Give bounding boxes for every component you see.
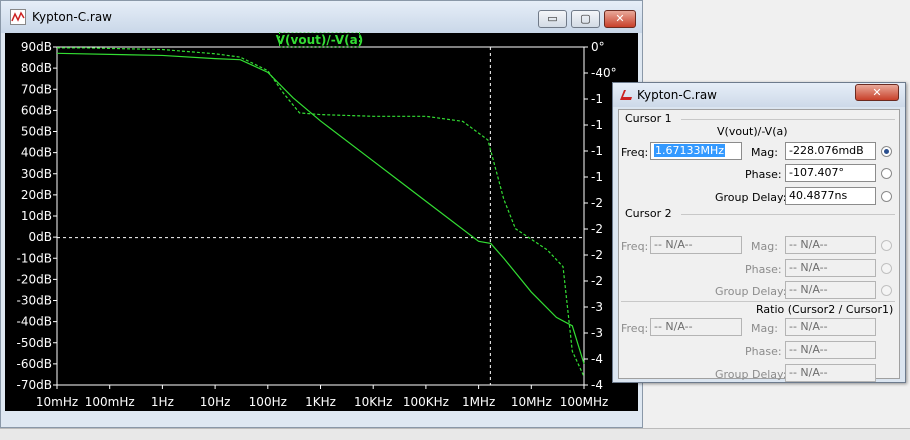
cursor1-gd-field[interactable]: 40.4877ns [785,187,876,205]
cursor1-phase-field[interactable]: -107.407° [785,164,876,182]
phase-tick-label: -2 [591,274,603,288]
freq-tick-label: 10Hz [200,395,231,409]
mag-tick-label: 60dB [21,103,52,117]
cursor2-gd-label: Group Delay: [715,285,787,298]
freq-tick-label: 100MHz [560,395,609,409]
freq-tick-label: 1Hz [151,395,174,409]
trace-label[interactable]: V(vout)/-V(a) [276,33,363,47]
cursor1-mag-label: Mag: [751,146,778,159]
phase-tick-label: 0° [591,40,605,54]
mag-tick-label: -70dB [17,378,52,392]
group-divider [681,214,895,215]
phase-tick-label: -3 [591,326,603,340]
phase-tick-label: -3 [591,300,603,314]
freq-tick-label: 1KHz [305,395,336,409]
ratio-group-label: Ratio (Cursor2 / Cursor1) [756,303,894,316]
cursor1-group-label: Cursor 1 [625,112,672,125]
group-divider [681,119,895,120]
freq-tick-label: 10mHz [36,395,78,409]
ratio-mag-field[interactable]: -- N/A-- [785,318,876,336]
phase-tick-label: -2 [591,222,603,236]
ratio-freq-label: Freq: [621,322,649,335]
mag-tick-label: 10dB [21,209,52,223]
plot-window-title: Kypton-C.raw [32,10,112,24]
cursor-dialog: Kypton-C.raw ✕ Cursor 1 V(vout)/-V(a) Fr… [612,82,906,383]
cursor2-phase-radio[interactable] [881,263,892,274]
ratio-phase-field[interactable]: -- N/A-- [785,341,876,359]
dialog-titlebar[interactable]: Kypton-C.raw ✕ [613,83,905,107]
magnitude-trace[interactable] [56,52,585,365]
phase-tick-label: -40° [591,66,617,80]
ratio-gd-label: Group Delay: [715,368,787,381]
phase-tick-label: -4 [591,352,603,366]
phase-tick-label: -2 [591,248,603,262]
mag-tick-label: 70dB [21,82,52,96]
ratio-freq-field[interactable]: -- N/A-- [650,318,742,336]
cursor1-mag-field[interactable]: -228.076mdB [785,142,876,160]
phase-tick-label: -2 [591,196,603,210]
maximize-button[interactable]: ▢ [571,10,600,28]
mag-tick-label: 90dB [21,40,52,54]
plot-frame [56,46,585,386]
cursor2-phase-field[interactable]: -- N/A-- [785,259,876,277]
close-button[interactable]: ✕ [604,10,636,28]
ltspice-logo-icon [620,90,632,100]
freq-tick-label: 1MHz [462,395,495,409]
minimize-button[interactable]: ▭ [538,10,567,28]
ratio-mag-label: Mag: [751,322,778,335]
ratio-phase-label: Phase: [745,345,782,358]
mag-tick-label: -30dB [17,294,52,308]
freq-tick-label: 10MHz [511,395,552,409]
phase-tick-label: -1 [591,92,603,106]
cursor2-mag-label: Mag: [751,240,778,253]
cursor1-freq-field[interactable]: 1.67133MHz [650,142,742,160]
mag-tick-label: -40dB [17,315,52,329]
cursor1-phase-radio[interactable] [881,168,892,179]
mag-tick-label: 50dB [21,125,52,139]
cursor2-mag-field[interactable]: -- N/A-- [785,236,876,254]
group-divider [621,301,895,302]
freq-tick-label: 100KHz [403,395,449,409]
waveform-icon [10,9,26,25]
cursor1-gd-label: Group Delay: [715,191,787,204]
mag-tick-label: 20dB [21,188,52,202]
phase-tick-label: -1 [591,118,603,132]
dialog-close-button[interactable]: ✕ [855,84,899,101]
dialog-body: Cursor 1 V(vout)/-V(a) Freq: 1.67133MHz … [618,109,900,382]
cursor2-freq-field[interactable]: -- N/A-- [650,236,742,254]
phase-tick-label: -4 [591,378,603,392]
phase-tick-label: -1 [591,170,603,184]
mag-tick-label: -20dB [17,272,52,286]
phase-trace[interactable] [57,47,585,377]
mag-tick-label: -10dB [17,251,52,265]
mag-tick-label: 40dB [21,146,52,160]
cursor2-gd-radio[interactable] [881,285,892,296]
cursor2-gd-field[interactable]: -- N/A-- [785,281,876,299]
cursor2-group-label: Cursor 2 [625,207,672,220]
cursor1-gd-radio[interactable] [881,191,892,202]
cursor2-mag-radio[interactable] [881,240,892,251]
plot-titlebar[interactable]: Kypton-C.raw ▭ ▢ ✕ [1,1,642,33]
mag-tick-label: 0dB [29,230,52,244]
cursor2-freq-label: Freq: [621,240,649,253]
desktop-strip [0,428,910,440]
mag-tick-label: 80dB [21,61,52,75]
bode-plot[interactable]: 90dB 80dB 70dB 60dB 50dB 40dB 30dB 20dB 10dB 0dB -… [4,32,637,410]
cursor1-freq-label: Freq: [621,146,649,159]
cursor1-phase-label: Phase: [745,168,782,181]
mag-tick-label: -50dB [17,336,52,350]
freq-tick-label: 10KHz [354,395,392,409]
cursor1-trace-name: V(vout)/-V(a) [717,125,788,138]
ratio-gd-field[interactable]: -- N/A-- [785,364,876,382]
cursor2-phase-label: Phase: [745,263,782,276]
phase-tick-label: -1 [591,144,603,158]
freq-tick-label: 100Hz [249,395,287,409]
freq-tick-label: 100mHz [85,395,135,409]
mag-tick-label: -60dB [17,357,52,371]
dialog-title: Kypton-C.raw [637,88,717,102]
mag-tick-label: 30dB [21,167,52,181]
cursor1-mag-radio[interactable] [881,146,892,157]
